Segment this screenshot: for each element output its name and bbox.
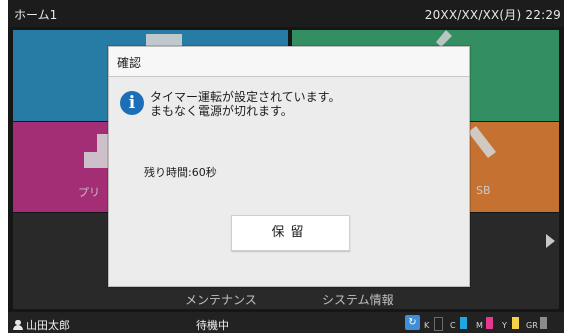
hold-button[interactable]: 保留 bbox=[231, 215, 350, 251]
dialog-title: 確認 bbox=[117, 56, 142, 70]
remaining-time: 残り時間:60秒 bbox=[144, 166, 217, 179]
ink-k-bar bbox=[434, 317, 443, 331]
user-name: 山田太郎 bbox=[26, 319, 70, 332]
ink-k-label: K bbox=[424, 321, 430, 330]
ink-y-bar bbox=[512, 317, 519, 329]
dialog-header: 確認 bbox=[109, 47, 469, 77]
ink-m-label: M bbox=[476, 321, 483, 330]
refresh-icon[interactable]: ↻ bbox=[405, 315, 420, 330]
top-bar: ホーム1 20XX/XX/XX(月) 22:29 bbox=[8, 0, 564, 27]
status-bar: 山田太郎 待機中 ↻ K C M Y GR bbox=[8, 312, 564, 333]
confirm-dialog: 確認 i タイマー運転が設定されています。 まもなく電源が切れます。 残り時間:… bbox=[108, 46, 470, 287]
ink-c-bar bbox=[460, 317, 467, 329]
home-title: ホーム1 bbox=[14, 8, 58, 22]
ink-m-bar bbox=[486, 317, 493, 329]
ink-gr-bar bbox=[540, 317, 547, 329]
user-area[interactable]: 山田太郎 bbox=[12, 317, 70, 333]
ink-c-label: C bbox=[450, 321, 456, 330]
datetime-display: 20XX/XX/XX(月) 22:29 bbox=[424, 8, 561, 22]
ink-gr-label: GR bbox=[526, 321, 538, 330]
info-icon: i bbox=[120, 91, 144, 115]
machine-status: 待機中 bbox=[196, 319, 229, 332]
ink-y-label: Y bbox=[502, 321, 507, 330]
user-icon bbox=[12, 320, 24, 330]
dialog-message-line2: まもなく電源が切れます。 bbox=[150, 104, 293, 118]
